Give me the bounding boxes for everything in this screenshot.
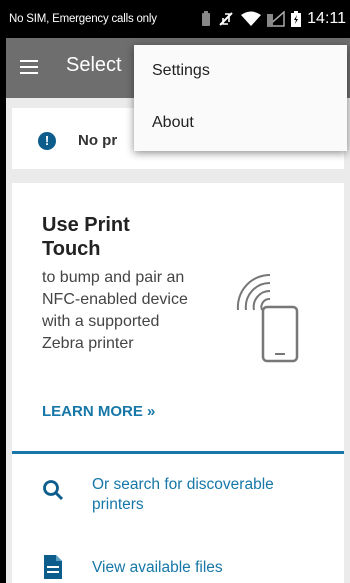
- view-files-row[interactable]: View available files: [42, 553, 332, 583]
- learn-more-link[interactable]: LEARN MORE »: [42, 403, 155, 420]
- vibrate-off-icon: [219, 12, 233, 26]
- carrier-status: No SIM, Emergency calls only: [9, 13, 157, 25]
- search-printers-label: Or search for discoverable printers: [92, 476, 274, 513]
- menu-item-about[interactable]: About: [134, 97, 347, 149]
- print-touch-card: Use Print Touch to bump and pair an NFC-…: [12, 183, 344, 583]
- signal-icon: [267, 11, 285, 27]
- battery-small-icon: [202, 11, 211, 26]
- overflow-menu: Settings About: [134, 45, 347, 151]
- print-touch-description: to bump and pair an NFC-enabled device w…: [42, 269, 188, 352]
- search-icon: [43, 480, 64, 501]
- exclamation-circle-icon: !: [38, 132, 56, 150]
- page-title: Select: [66, 54, 122, 76]
- hamburger-icon[interactable]: [20, 60, 38, 76]
- view-files-label: View available files: [92, 559, 223, 576]
- menu-item-settings[interactable]: Settings: [134, 45, 347, 97]
- nfc-phone-icon: [236, 273, 299, 363]
- app-screen: No SIM, Emergency calls only 14:11 Selec…: [6, 0, 350, 583]
- print-touch-title: Use Print Touch: [42, 214, 130, 260]
- clock: 14:11: [307, 10, 346, 27]
- section-divider: [12, 451, 344, 454]
- wifi-icon: [241, 11, 262, 26]
- status-icons: 14:11: [201, 0, 346, 38]
- no-printer-text: No pr: [78, 132, 118, 149]
- battery-charging-icon: [291, 11, 302, 27]
- status-bar: No SIM, Emergency calls only 14:11: [6, 0, 350, 38]
- file-icon: [44, 555, 62, 579]
- search-printers-row[interactable]: Or search for discoverable printers: [42, 475, 332, 519]
